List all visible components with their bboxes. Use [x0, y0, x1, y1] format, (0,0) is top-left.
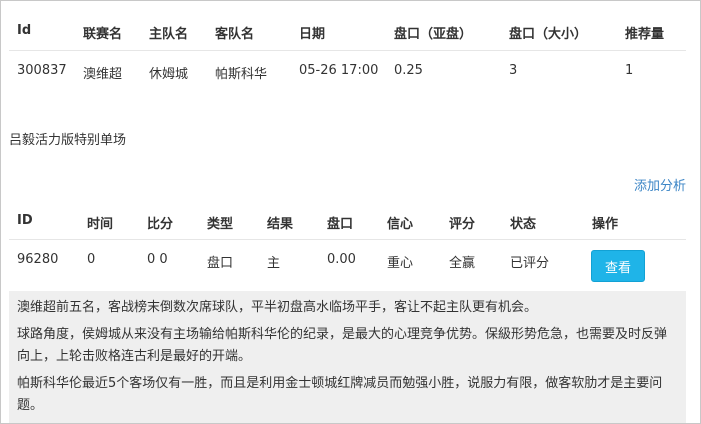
- pick-header-handicap: 盘口: [327, 217, 354, 232]
- match-header-league: 联赛名: [83, 27, 123, 42]
- pick-header-type: 类型: [207, 217, 234, 232]
- match-cell-recommend: 1: [625, 63, 634, 78]
- pick-header-action: 操作: [592, 217, 619, 232]
- pick-header-status: 状态: [510, 217, 537, 232]
- pick-cell-status: 已评分: [510, 256, 550, 271]
- match-cell-date: 05-26 17:00: [299, 63, 379, 78]
- pick-table-row: 96280 0 0 0 盘口 主 0.00 重心 全赢 已评分: [9, 252, 686, 272]
- match-header-id: Id: [17, 23, 32, 38]
- analysis-panel: 澳维超前五名，客战榜末倒数次席球队，平半初盘高水临场平手，客让不起主队更有机会。…: [9, 291, 686, 423]
- pick-cell-time: 0: [87, 252, 96, 267]
- pick-header-rating: 评分: [449, 217, 476, 232]
- match-header-home: 主队名: [149, 27, 189, 42]
- pick-table-header: ID 时间 比分 类型 结果 盘口 信心 评分 状态 操作: [9, 213, 686, 233]
- match-cell-away: 帕斯科华: [215, 67, 268, 82]
- match-cell-home: 休姆城: [149, 67, 189, 82]
- page-frame: Id 联赛名 主队名 客队名 日期 盘口（亚盘） 盘口（大小） 推荐量 3008…: [0, 0, 701, 424]
- pick-cell-result: 主: [267, 256, 281, 271]
- match-table-header: Id 联赛名 主队名 客队名 日期 盘口（亚盘） 盘口（大小） 推荐量: [9, 23, 686, 43]
- match-cell-id: 300837: [17, 63, 67, 78]
- match-header-away: 客队名: [215, 27, 255, 42]
- pick-header-id: ID: [17, 213, 33, 228]
- view-button[interactable]: 查看: [591, 250, 645, 282]
- analysis-paragraph: 球路角度，侯姆城从来没有主场输给帕斯科华伦的纪录，是最大的心理竞争优势。保級形势…: [17, 327, 668, 364]
- add-analysis-link[interactable]: 添加分析: [634, 175, 686, 194]
- analysis-paragraph: 帕斯科华伦最近5个客场仅有一胜，而且是利用金士顿城红牌减员而勉强小胜，说服力有限…: [17, 376, 663, 413]
- pick-cell-id: 96280: [17, 252, 59, 267]
- match-cell-overunder: 3: [509, 63, 518, 78]
- pick-header-confidence: 信心: [387, 217, 414, 232]
- analysis-paragraph: 澳维超前五名，客战榜末倒数次席球队，平半初盘高水临场平手，客让不起主队更有机会。: [17, 300, 538, 315]
- match-header-date: 日期: [299, 27, 326, 42]
- pick-cell-confidence: 重心: [387, 256, 414, 271]
- match-header-overunder: 盘口（大小）: [509, 27, 588, 42]
- match-header-recommend: 推荐量: [625, 27, 665, 42]
- pick-cell-handicap: 0.00: [327, 252, 356, 267]
- pick-table-divider: [9, 239, 686, 240]
- match-header-handicap: 盘口（亚盘）: [394, 27, 473, 42]
- pick-header-result: 结果: [267, 217, 294, 232]
- pick-cell-rating: 全赢: [449, 256, 476, 271]
- pick-header-time: 时间: [87, 217, 114, 232]
- pick-cell-score: 0 0: [147, 252, 168, 267]
- match-cell-handicap: 0.25: [394, 63, 423, 78]
- pick-cell-type: 盘口: [207, 256, 234, 271]
- match-cell-league: 澳维超: [83, 67, 123, 82]
- pick-header-score: 比分: [147, 217, 174, 232]
- match-table-divider: [9, 50, 686, 51]
- match-table-row: 300837 澳维超 休姆城 帕斯科华 05-26 17:00 0.25 3 1: [9, 63, 686, 83]
- section-label: 吕毅活力版特别单场: [9, 133, 127, 148]
